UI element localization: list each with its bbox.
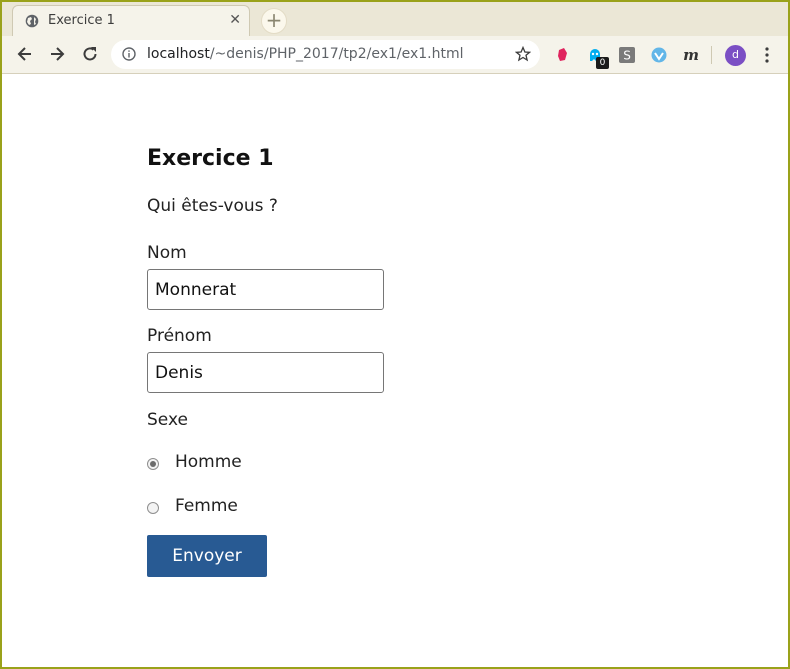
- gift-icon[interactable]: [555, 47, 571, 63]
- radio-homme-label: Homme: [175, 452, 242, 472]
- s-extension-icon[interactable]: S: [619, 47, 635, 63]
- tab-exercice[interactable]: Exercice 1 ✕: [12, 5, 250, 36]
- m-extension-icon[interactable]: m: [682, 47, 700, 63]
- sexe-label: Sexe: [147, 410, 188, 430]
- tab-title: Exercice 1: [48, 13, 115, 28]
- vpn-shield-icon[interactable]: [651, 47, 667, 63]
- ghostery-badge-count: 0: [596, 57, 609, 69]
- page-content: Exercice 1 Qui êtes-vous ? Nom Prénom Se…: [2, 74, 788, 667]
- prenom-input[interactable]: [147, 352, 384, 393]
- kebab-menu-icon[interactable]: [764, 46, 770, 64]
- prenom-label: Prénom: [147, 326, 212, 346]
- forward-icon[interactable]: [47, 44, 67, 64]
- reload-icon[interactable]: [80, 44, 100, 64]
- envoyer-button[interactable]: Envoyer: [147, 535, 267, 577]
- back-icon[interactable]: [15, 44, 35, 64]
- svg-text:S: S: [623, 49, 631, 63]
- radio-homme-button[interactable]: [147, 458, 159, 470]
- toolbar: localhost/~denis/PHP_2017/tp2/ex1/ex1.ht…: [2, 36, 788, 74]
- nom-input[interactable]: [147, 269, 384, 310]
- radio-femme-button[interactable]: [147, 502, 159, 514]
- globe-icon: [25, 14, 39, 28]
- nom-label: Nom: [147, 243, 187, 263]
- new-tab-button[interactable]: +: [261, 8, 287, 34]
- url-path: /~denis/PHP_2017/tp2/ex1/ex1.html: [209, 46, 464, 62]
- radio-femme-label: Femme: [175, 496, 238, 516]
- close-tab-icon[interactable]: ✕: [229, 13, 241, 27]
- bookmark-star-icon[interactable]: [515, 46, 531, 62]
- profile-avatar[interactable]: d: [725, 45, 746, 66]
- tab-strip: Exercice 1 ✕ +: [2, 2, 788, 36]
- browser-window: Exercice 1 ✕ + localhost/~denis/PHP_2017…: [0, 0, 790, 669]
- page-subtitle: Qui êtes-vous ?: [147, 196, 278, 216]
- page-title: Exercice 1: [147, 146, 274, 171]
- address-bar[interactable]: localhost/~denis/PHP_2017/tp2/ex1/ex1.ht…: [111, 40, 540, 69]
- svg-text:m: m: [683, 47, 699, 63]
- url-host: localhost: [147, 46, 210, 62]
- toolbar-separator: [711, 46, 712, 64]
- info-icon[interactable]: [122, 47, 136, 61]
- url-text: localhost/~denis/PHP_2017/tp2/ex1/ex1.ht…: [147, 46, 464, 62]
